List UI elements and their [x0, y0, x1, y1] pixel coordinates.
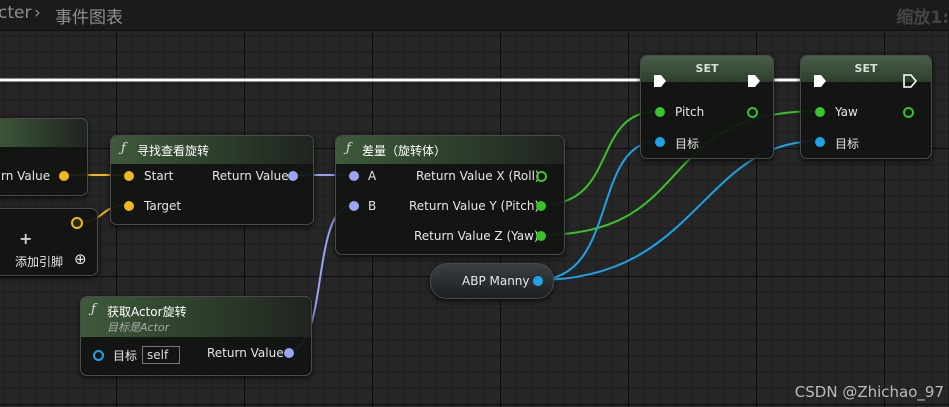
variable-out-pin[interactable] [533, 276, 543, 286]
node-title: 差量（旋转体） [362, 144, 447, 158]
node-partial-add-pin[interactable]: + 添加引脚 ⊕ [0, 208, 98, 276]
return-x-label: Return Value X (Roll) [416, 169, 540, 183]
target-label: 目标 [835, 137, 860, 151]
return-value-label: Return Value [212, 169, 289, 183]
breadcrumb-separator: › [34, 3, 41, 23]
target-label: 目标 [113, 349, 138, 363]
pitch-label: Pitch [675, 105, 705, 119]
return-value-pin[interactable] [284, 348, 294, 358]
node-partial-top-left[interactable]: rn Value [0, 118, 88, 196]
pitch-in-pin[interactable] [655, 107, 665, 117]
pitch-out-pin[interactable] [747, 107, 758, 118]
yaw-label: Yaw [835, 105, 858, 119]
wire-object-target2 [536, 140, 820, 281]
node-partial-header [0, 119, 87, 147]
b-label: B [368, 199, 377, 213]
target-value-field[interactable]: self [142, 346, 180, 364]
function-icon: ƒ [121, 141, 126, 156]
function-icon: ƒ [346, 141, 351, 156]
node-set-pitch[interactable]: SET Pitch 目标 [640, 55, 774, 159]
breadcrumb-prev[interactable]: cter [0, 3, 31, 23]
yaw-in-pin[interactable] [815, 107, 825, 117]
add-pin-label[interactable]: 添加引脚 [15, 253, 63, 270]
plus-icon[interactable]: + [19, 229, 32, 248]
yaw-out-pin[interactable] [903, 107, 914, 118]
node-find-look-at-rotation[interactable]: ƒ 寻找查看旋转 Start Target Return Value [110, 135, 314, 225]
target-pin[interactable] [815, 137, 825, 147]
a-pin[interactable] [349, 171, 359, 181]
variable-label: ABP Manny [462, 274, 530, 288]
node-header: ƒ 获取Actor旋转 目标是Actor [81, 297, 311, 337]
return-y-pin[interactable] [536, 201, 546, 211]
return-z-label: Return Value Z (Yaw) [414, 229, 539, 243]
node-header: ƒ 寻找查看旋转 [111, 136, 313, 164]
target-pin[interactable] [124, 201, 134, 211]
partial-output-pin[interactable] [59, 171, 69, 181]
node-delta-rotator[interactable]: ƒ 差量（旋转体） A B Return Value X (Roll) Retu… [335, 135, 565, 255]
return-value-label: Return Value [207, 346, 284, 360]
exec-in-pin[interactable] [813, 74, 827, 88]
target-pin[interactable] [93, 350, 104, 361]
exec-out-pin[interactable] [903, 74, 917, 88]
return-z-pin[interactable] [536, 231, 546, 241]
add-circle-icon[interactable]: ⊕ [74, 250, 87, 268]
node-get-actor-rotation[interactable]: ƒ 获取Actor旋转 目标是Actor 目标 self Return Valu… [80, 296, 312, 376]
node-abp-manny-variable[interactable]: ABP Manny [430, 263, 554, 299]
start-label: Start [144, 169, 174, 183]
exec-out-pin[interactable] [747, 74, 761, 88]
exec-in-pin[interactable] [653, 74, 667, 88]
breadcrumb-current: 事件图表 [55, 8, 123, 28]
target-label: 目标 [675, 137, 700, 151]
graph-header-bar: cter › 事件图表 缩放1: [0, 0, 949, 31]
node-title: 获取Actor旋转 [107, 305, 187, 319]
node-set-yaw[interactable]: SET Yaw 目标 [800, 55, 932, 159]
target-label: Target [144, 199, 182, 213]
watermark: CSDN @Zhichao_97 [794, 383, 944, 401]
node-title: 寻找查看旋转 [137, 144, 210, 158]
partial-top-pin[interactable] [71, 217, 83, 229]
b-pin[interactable] [349, 201, 359, 211]
return-y-label: Return Value Y (Pitch) [409, 199, 540, 213]
target-pin[interactable] [655, 137, 665, 147]
node-subtitle: 目标是Actor [107, 321, 170, 334]
zoom-indicator: 缩放1: [896, 8, 949, 28]
return-value-pin[interactable] [288, 171, 298, 181]
a-label: A [368, 169, 377, 183]
node-header: ƒ 差量（旋转体） [336, 136, 564, 164]
start-pin[interactable] [124, 171, 134, 181]
return-x-pin[interactable] [536, 171, 547, 182]
function-icon: ƒ [91, 302, 96, 317]
partial-output-label: rn Value [1, 169, 51, 183]
